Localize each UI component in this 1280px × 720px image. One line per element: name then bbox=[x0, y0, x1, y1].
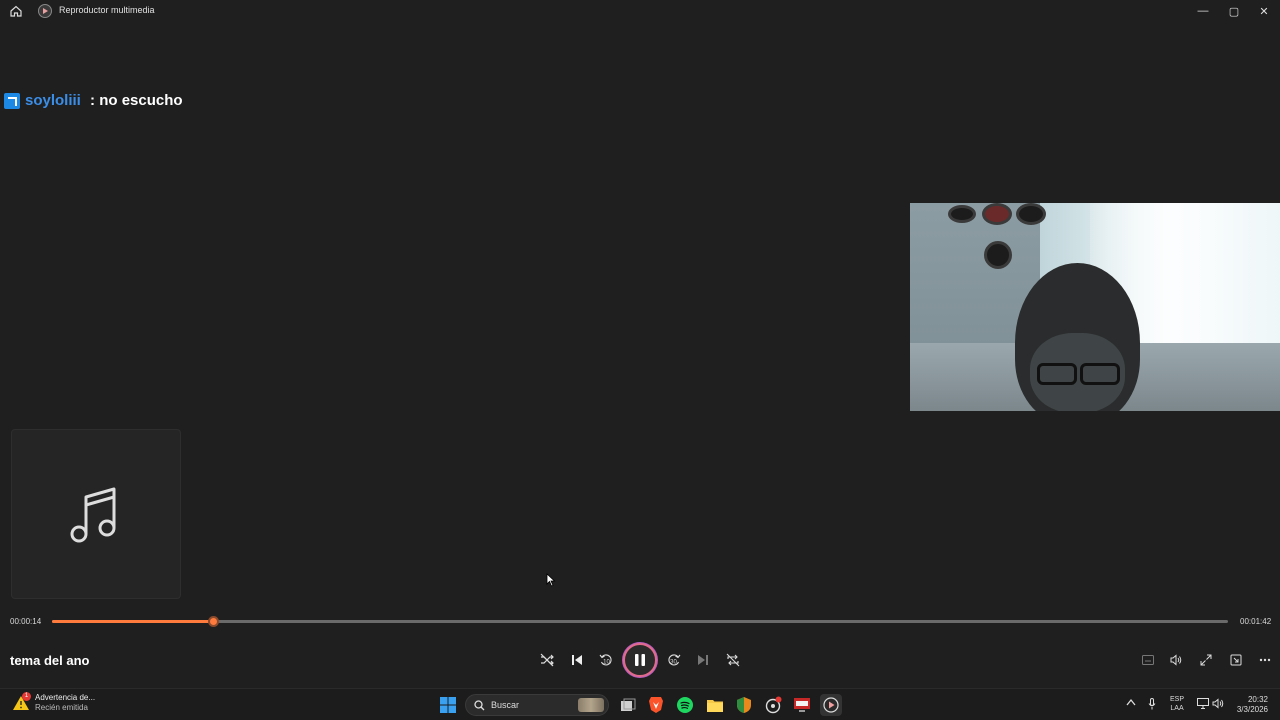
music-note-icon bbox=[70, 487, 116, 543]
media-player-icon bbox=[823, 697, 839, 713]
shield-app-icon bbox=[737, 697, 751, 713]
repeat-off-icon bbox=[726, 653, 740, 667]
taskbar-file-explorer[interactable] bbox=[704, 694, 726, 716]
close-button[interactable]: ✕ bbox=[1251, 2, 1277, 20]
repeat-button[interactable] bbox=[721, 648, 745, 672]
previous-icon bbox=[572, 655, 582, 665]
search-placeholder: Buscar bbox=[491, 700, 520, 710]
total-duration: 00:01:42 bbox=[1240, 617, 1272, 626]
vinyl-record bbox=[948, 205, 976, 223]
vinyl-record bbox=[984, 241, 1012, 269]
fullscreen-button[interactable] bbox=[1195, 650, 1217, 670]
elapsed-time: 00:00:14 bbox=[10, 617, 42, 626]
vinyl-record bbox=[982, 203, 1012, 225]
miniplayer-icon bbox=[1230, 654, 1242, 666]
taskbar-media-player[interactable] bbox=[820, 694, 842, 716]
taskbar-search[interactable]: Buscar bbox=[465, 694, 609, 716]
shuffle-icon bbox=[540, 653, 554, 667]
album-art-placeholder bbox=[11, 429, 181, 599]
song-title: tema del ano bbox=[10, 653, 90, 668]
taskbar: 1 Advertencia de... Recién emitida Busca… bbox=[0, 688, 1280, 720]
chat-username: soyloliii bbox=[25, 92, 81, 109]
next-button[interactable] bbox=[691, 648, 715, 672]
show-hidden-icons-button[interactable] bbox=[1126, 698, 1136, 708]
warning-icon: 1 bbox=[12, 692, 31, 712]
notification-subtitle: Recién emitida bbox=[35, 703, 88, 712]
system-clock[interactable]: 20:32 3/3/2026 bbox=[1232, 695, 1268, 715]
next-icon bbox=[698, 655, 708, 665]
chat-platform-icon bbox=[4, 92, 20, 109]
microphone-icon bbox=[1148, 698, 1156, 710]
recording-app-icon bbox=[765, 696, 782, 714]
brave-browser-icon bbox=[649, 697, 663, 713]
chevron-up-icon bbox=[1126, 698, 1136, 706]
seek-bar-fill bbox=[52, 620, 214, 623]
more-options-button[interactable] bbox=[1254, 650, 1276, 670]
chat-text: no escucho bbox=[99, 92, 183, 109]
speaker-icon bbox=[1212, 698, 1224, 709]
search-icon bbox=[474, 699, 485, 710]
media-player-app-icon bbox=[38, 4, 52, 18]
start-button[interactable] bbox=[437, 694, 459, 716]
clock-date: 3/3/2026 bbox=[1236, 705, 1268, 714]
windows-icon bbox=[440, 697, 456, 713]
webcam-video bbox=[910, 203, 1280, 411]
captions-icon bbox=[1142, 655, 1154, 665]
taskbar-app-shield[interactable] bbox=[733, 694, 755, 716]
taskbar-app-recorder[interactable] bbox=[762, 694, 784, 716]
language-indicator[interactable]: ESP LAA bbox=[1170, 695, 1184, 713]
svg-text:10: 10 bbox=[603, 660, 610, 666]
taskbar-task-view[interactable] bbox=[617, 694, 639, 716]
window-title: Reproductor multimedia bbox=[59, 5, 155, 15]
chat-message: soyloliii : no escucho bbox=[4, 92, 183, 109]
home-icon[interactable] bbox=[8, 3, 24, 19]
folder-icon bbox=[707, 700, 723, 712]
chat-separator: : bbox=[85, 92, 100, 109]
more-icon bbox=[1259, 658, 1271, 662]
mouse-cursor-icon bbox=[546, 573, 556, 587]
previous-button[interactable] bbox=[565, 648, 589, 672]
miniplayer-button[interactable] bbox=[1225, 650, 1247, 670]
notification-text: Advertencia de... Recién emitida bbox=[35, 693, 95, 713]
taskbar-spotify[interactable] bbox=[674, 694, 696, 716]
expand-icon bbox=[1200, 654, 1212, 666]
skip-forward-icon: 30 bbox=[668, 654, 681, 666]
network-button[interactable] bbox=[1197, 698, 1209, 711]
glasses-lens bbox=[1080, 363, 1120, 385]
title-bar: Reproductor multimedia — ▢ ✕ bbox=[0, 0, 1280, 22]
clock-time: 20:32 bbox=[1247, 695, 1268, 704]
vinyl-record bbox=[1016, 203, 1046, 225]
skip-forward-button[interactable]: 30 bbox=[662, 648, 686, 672]
shuffle-button[interactable] bbox=[535, 648, 559, 672]
seek-bar-thumb[interactable] bbox=[208, 616, 220, 627]
maximize-button[interactable]: ▢ bbox=[1221, 2, 1247, 20]
keyboard-layout: LAA bbox=[1170, 705, 1184, 712]
monitor-app-icon bbox=[794, 698, 810, 712]
network-icon bbox=[1197, 698, 1209, 709]
search-highlight-image bbox=[578, 698, 604, 712]
language-code: ESP bbox=[1170, 696, 1185, 703]
pause-button[interactable] bbox=[623, 643, 657, 677]
skip-back-icon: 10 bbox=[599, 654, 612, 666]
notification-title: Advertencia de... bbox=[35, 693, 96, 702]
seek-bar[interactable] bbox=[52, 616, 1228, 627]
system-volume-button[interactable] bbox=[1212, 698, 1224, 711]
glasses-lens bbox=[1037, 363, 1077, 385]
notification-badge: 1 bbox=[22, 692, 31, 701]
minimize-button[interactable]: — bbox=[1190, 2, 1216, 20]
task-view-icon bbox=[621, 698, 636, 711]
volume-icon bbox=[1170, 654, 1182, 666]
skip-back-button[interactable]: 10 bbox=[594, 648, 618, 672]
microphone-button[interactable] bbox=[1148, 698, 1156, 712]
taskbar-brave[interactable] bbox=[645, 694, 667, 716]
taskbar-app-monitor[interactable] bbox=[791, 694, 813, 716]
pause-icon bbox=[635, 654, 645, 666]
captions-button[interactable] bbox=[1137, 650, 1159, 670]
notification-widget[interactable]: 1 Advertencia de... Recién emitida bbox=[12, 692, 95, 713]
volume-button[interactable] bbox=[1165, 650, 1187, 670]
spotify-icon bbox=[677, 697, 693, 713]
svg-text:30: 30 bbox=[670, 660, 677, 666]
